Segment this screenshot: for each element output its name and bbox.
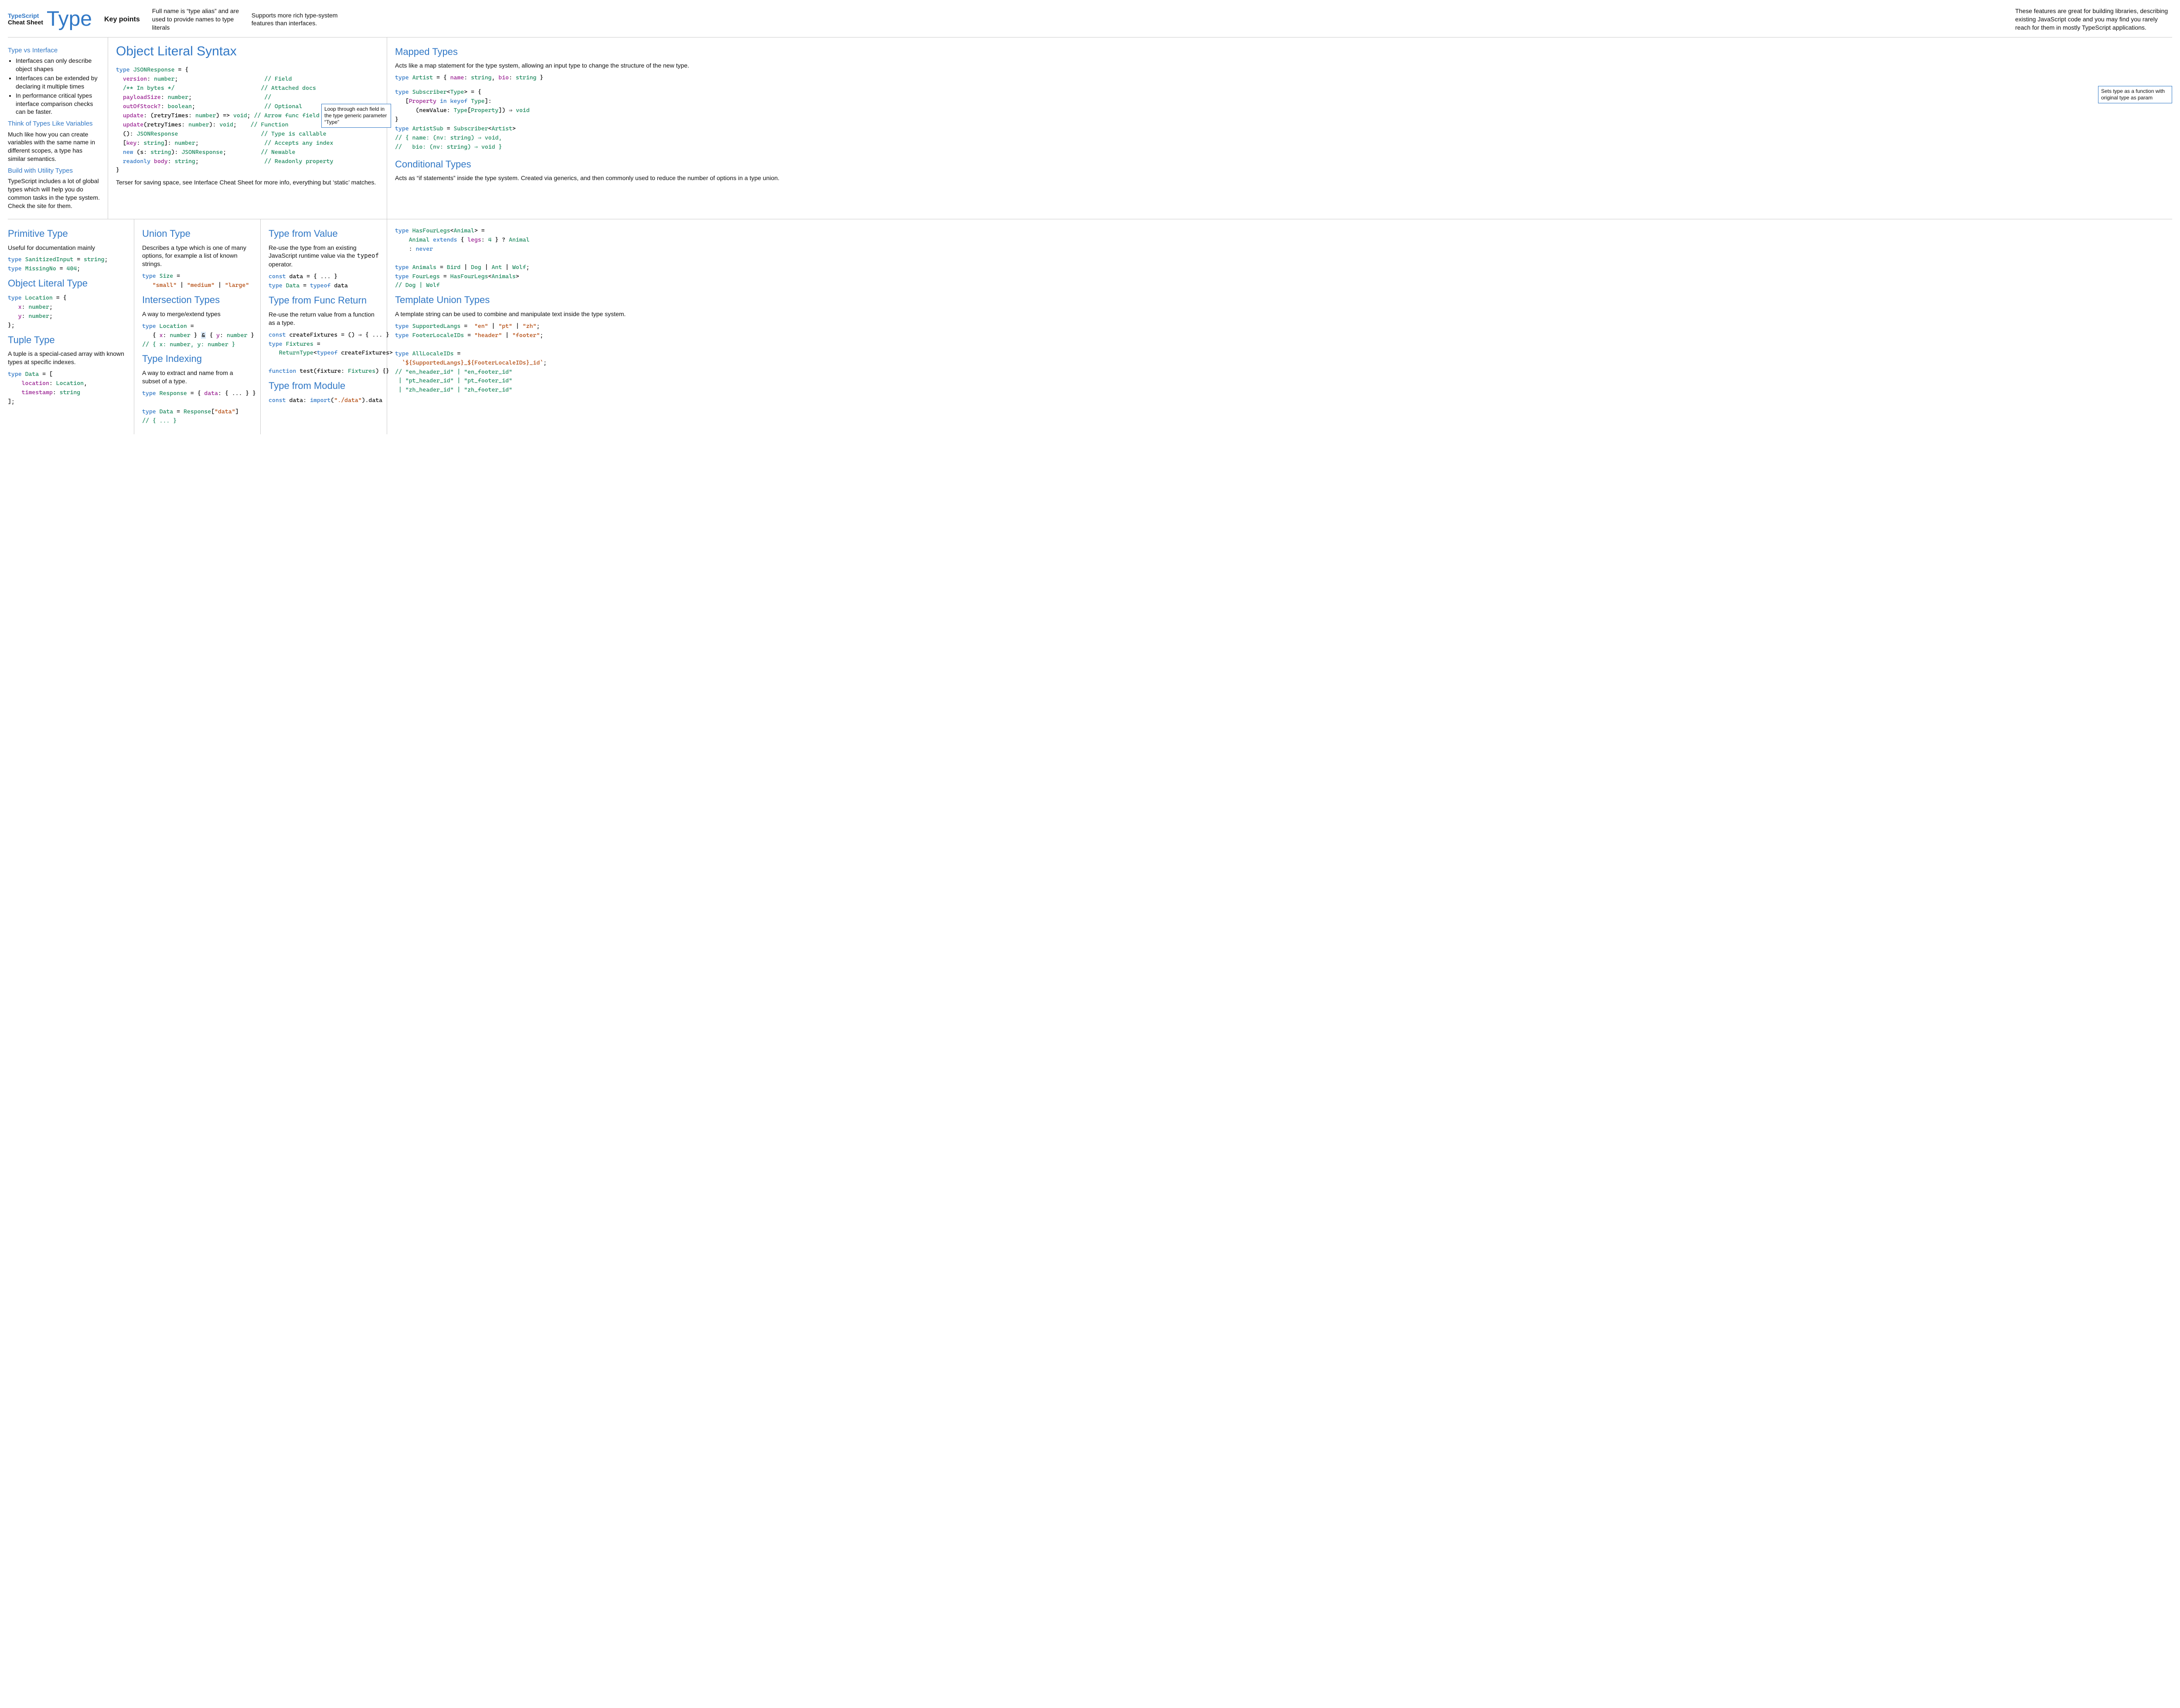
bullet-2: Interfaces can be extended by declaring …: [16, 74, 101, 91]
annotation-loop: Loop through each field in the type gene…: [321, 104, 391, 128]
prim-code: type SanitizedInput = string; type Missi…: [8, 255, 126, 273]
inter-code: type Location = { x: number } & { y: num…: [142, 322, 252, 349]
union-code: type Size = "small" | "medium" | "large": [142, 272, 252, 290]
olt-h: Object Literal Type: [8, 277, 126, 290]
tuple-code: type Data = [ location: Location, timest…: [8, 370, 126, 406]
object-literal-syntax-panel: Object Literal Syntax type JSONResponse …: [108, 38, 387, 219]
lower-row: Primitive Type Useful for documentation …: [8, 219, 2172, 434]
mapped-h: Mapped Types: [395, 45, 2172, 58]
logo-cheatsheet: Cheat Sheet: [8, 19, 43, 26]
logo-big: Type: [47, 5, 92, 34]
cond-h: Conditional Types: [395, 158, 2172, 171]
olt-code: type Location = { x: number; y: number; …: [8, 293, 126, 330]
sidebar-h2: Think of Types Like Variables: [8, 119, 101, 128]
main-row: Type vs Interface Interfaces can only de…: [8, 38, 2172, 219]
tmpl-p: A template string can be used to combine…: [395, 310, 2164, 318]
inter-h: Intersection Types: [142, 293, 252, 307]
keypoints-label: Key points: [104, 15, 140, 24]
col-union: Union Type Describes a type which is one…: [134, 219, 261, 434]
right-top-col: Mapped Types Acts like a map statement f…: [387, 38, 2172, 219]
tfv-code: const data = { ... } type Data = typeof …: [269, 272, 379, 290]
cond-code: type HasFourLegs<Animal> = Animal extend…: [395, 226, 2164, 290]
mapped-code-2: type Subscriber<Type> = { [Property in k…: [395, 88, 2095, 151]
bullet-3: In performance critical types interface …: [16, 92, 101, 116]
sidebar-p2: Much like how you can create variables w…: [8, 130, 101, 164]
keypoints-2: Supports more rich type-system features …: [252, 11, 339, 28]
bullet-1: Interfaces can only describe object shap…: [16, 57, 101, 73]
tmpl-h: Template Union Types: [395, 293, 2164, 307]
index-p: A way to extract and name from a subset …: [142, 369, 252, 385]
tfv-h: Type from Value: [269, 227, 379, 240]
tfm-code: const data: import("./data").data: [269, 396, 379, 405]
logo: TypeScript Cheat Sheet Type: [8, 5, 92, 34]
ols-title: Object Literal Syntax: [116, 43, 379, 61]
mapped-code: type Artist = { name: string, bio: strin…: [395, 73, 2172, 82]
inter-p: A way to merge/extend types: [142, 310, 252, 318]
col-advanced: type HasFourLegs<Animal> = Animal extend…: [387, 219, 2172, 434]
page-header: TypeScript Cheat Sheet Type Key points F…: [8, 5, 2172, 38]
tfr-h: Type from Func Return: [269, 294, 379, 307]
col-typefrom: Type from Value Re-use the type from an …: [261, 219, 387, 434]
sidebar-h3: Build with Utility Types: [8, 167, 101, 175]
tfv-p: Re-use the type from an existing JavaScr…: [269, 244, 379, 269]
tfr-p: Re-use the return value from a function …: [269, 310, 379, 327]
sidebar-p3: TypeScript includes a lot of global type…: [8, 177, 101, 210]
tuple-p: A tuple is a special-cased array with kn…: [8, 350, 126, 366]
logo-small: TypeScript Cheat Sheet: [8, 13, 43, 26]
annotation-setstype: Sets type as a function with original ty…: [2098, 86, 2172, 103]
prim-p: Useful for documentation mainly: [8, 244, 126, 252]
prim-h: Primitive Type: [8, 227, 126, 240]
keypoints-3: These features are great for building li…: [2015, 7, 2172, 32]
tfr-code: const createFixtures = () ⇒ { ... } type…: [269, 331, 379, 376]
tuple-h: Tuple Type: [8, 334, 126, 347]
cond-p: Acts as “if statements” inside the type …: [395, 174, 2172, 182]
sidebar-bullets: Interfaces can only describe object shap…: [16, 57, 101, 116]
sidebar-h1: Type vs Interface: [8, 46, 101, 55]
index-h: Type Indexing: [142, 352, 252, 365]
index-code: type Response = { data: { ... } } type D…: [142, 389, 252, 426]
sidebar: Type vs Interface Interfaces can only de…: [8, 38, 108, 219]
mapped-p: Acts like a map statement for the type s…: [395, 61, 2172, 70]
ols-footer: Terser for saving space, see Interface C…: [116, 178, 379, 187]
tmpl-code: type SupportedLangs = "en" | "pt" | "zh"…: [395, 322, 2164, 395]
union-h: Union Type: [142, 227, 252, 240]
tfm-h: Type from Module: [269, 379, 379, 392]
union-p: Describes a type which is one of many op…: [142, 244, 252, 269]
keypoints-1: Full name is “type alias” and are used t…: [152, 7, 239, 32]
col-primitive: Primitive Type Useful for documentation …: [8, 219, 134, 434]
logo-typescript: TypeScript: [8, 12, 39, 19]
